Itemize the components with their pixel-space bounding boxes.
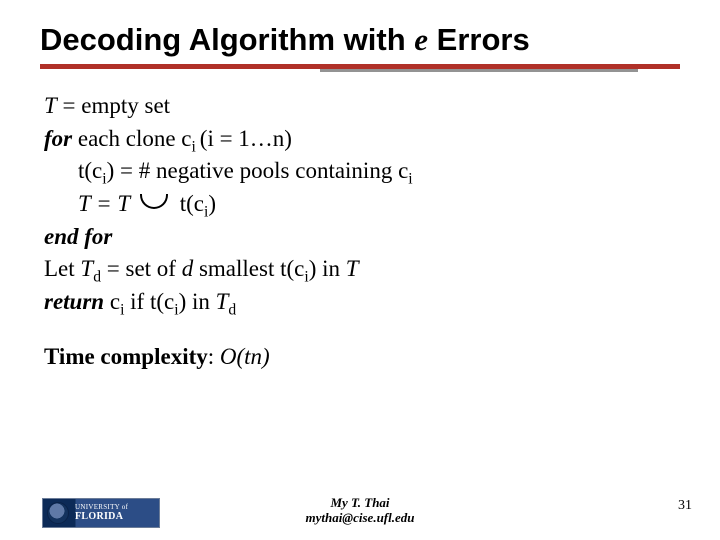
- text: ) in: [179, 289, 216, 314]
- for-keyword: for: [44, 126, 72, 151]
- t-var: T: [216, 289, 229, 314]
- title-e: e: [414, 22, 428, 57]
- algorithm-block: T = empty set for each clone ci (i = 1…n…: [0, 90, 720, 373]
- author-email: mythai@cise.ufl.edu: [0, 510, 720, 526]
- slide-title: Decoding Algorithm with e Errors: [0, 0, 720, 64]
- complexity-value: O(tn): [220, 344, 270, 369]
- text: ): [208, 191, 216, 216]
- algo-line-6: Let Td = set of d smallest t(ci) in T: [44, 253, 720, 286]
- t-var: T: [80, 256, 93, 281]
- text: each clone c: [72, 126, 191, 151]
- text: smallest t(c: [193, 256, 304, 281]
- range: (i = 1…n): [200, 126, 292, 151]
- footer: UNIVERSITY of FLORIDA My T. Thai mythai@…: [0, 488, 720, 528]
- text: ) in: [309, 256, 346, 281]
- text: t(c: [78, 158, 102, 183]
- algo-line-1: T = empty set: [44, 90, 720, 123]
- text: = empty set: [57, 93, 170, 118]
- algo-line-5: end for: [44, 221, 720, 254]
- complexity-label: Time complexity: [44, 344, 208, 369]
- t-eq-t: T = T: [78, 191, 130, 216]
- title-suffix: Errors: [428, 22, 530, 57]
- title-prefix: Decoding Algorithm with: [40, 22, 414, 57]
- text: ) = # negative pools containing c: [107, 158, 409, 183]
- sub-d: d: [93, 269, 101, 286]
- text: c: [104, 289, 120, 314]
- algo-line-7: return ci if t(ci) in Td: [44, 286, 720, 319]
- text: = set of: [101, 256, 182, 281]
- title-rule: [40, 64, 680, 72]
- algo-line-4: T = T t(ci): [44, 188, 720, 221]
- t-var: T: [44, 93, 57, 118]
- page-number: 31: [678, 498, 692, 514]
- sep: :: [208, 344, 220, 369]
- author-name: My T. Thai: [0, 495, 720, 511]
- algo-line-3: t(ci) = # negative pools containing ci: [44, 155, 720, 188]
- union-icon: [140, 194, 168, 209]
- sub-d: d: [228, 302, 236, 319]
- text: Let: [44, 256, 80, 281]
- return-keyword: return: [44, 289, 104, 314]
- endfor-keyword: end for: [44, 224, 112, 249]
- sub-i: i: [408, 171, 412, 188]
- sub-i: i: [192, 138, 200, 155]
- text: if t(c: [124, 289, 174, 314]
- time-complexity: Time complexity: O(tn): [44, 341, 720, 374]
- t-var: T: [346, 256, 359, 281]
- d-var: d: [182, 256, 194, 281]
- algo-line-2: for each clone ci (i = 1…n): [44, 123, 720, 156]
- author-credit: My T. Thai mythai@cise.ufl.edu: [0, 495, 720, 526]
- text: t(c: [180, 191, 204, 216]
- rule-shadow: [320, 69, 638, 72]
